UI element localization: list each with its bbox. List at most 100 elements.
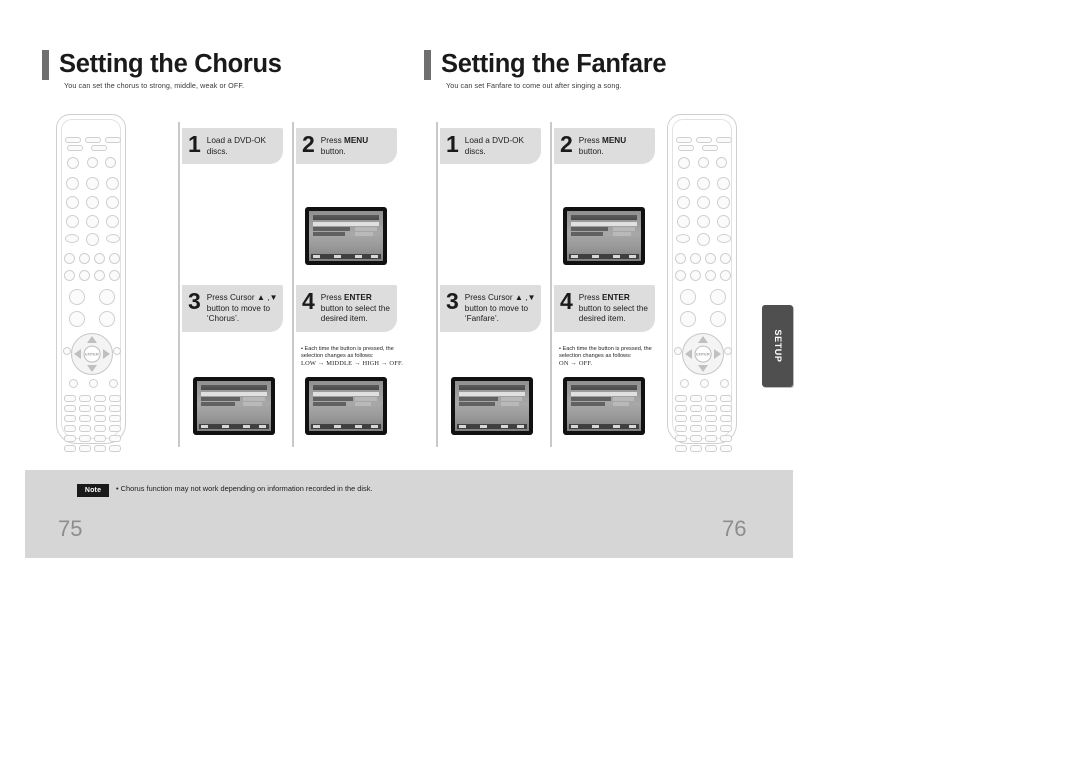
remote-number-7-button: [677, 215, 690, 228]
tv-bezel: [563, 207, 645, 265]
remote-keypad-button: [675, 405, 687, 412]
step-number: 2: [302, 131, 315, 157]
note-text: • Chorus function may not work depending…: [116, 484, 373, 493]
osd-footer-bar: [457, 423, 527, 429]
step-text-emphasis: ENTER: [602, 293, 630, 302]
cursor-down-icon: [698, 364, 708, 372]
remote-power-button: [67, 157, 79, 169]
step-number: 4: [302, 288, 315, 314]
remote-menu-button: [63, 347, 71, 355]
tv-bezel: [563, 377, 645, 435]
remote-keypad-button: [720, 405, 732, 412]
column-rule: [436, 122, 438, 447]
remote-enter-small-button: [106, 234, 120, 243]
step-text-after: button.: [320, 146, 346, 156]
remote-number-8-button: [697, 215, 710, 228]
tv-bezel: [193, 377, 275, 435]
remote-keypad-button: [64, 415, 76, 422]
remote-keypad-button: [64, 395, 76, 402]
remote-tuning-down-button: [99, 311, 115, 327]
osd-row-selected: [571, 392, 637, 396]
heading-accent-bar: [42, 50, 49, 80]
step-text: Load a DVD-OK discs.: [207, 134, 278, 157]
manual-page: Setting the Chorus You can set the choru…: [0, 0, 1080, 763]
remote-tuning-up-button: [710, 289, 726, 305]
remote-keypad-button: [94, 395, 106, 402]
remote-keypad-button: [64, 445, 76, 452]
remote-keypad-button: [79, 405, 91, 412]
remote-number-1-button: [677, 177, 690, 190]
cursor-right-icon: [102, 349, 110, 359]
remote-keypad-button: [705, 415, 717, 422]
remote-keypad-button: [720, 425, 732, 432]
remote-transport-button: [720, 253, 731, 264]
remote-keypad-button: [690, 405, 702, 412]
remote-keypad-button: [675, 445, 687, 452]
tv-screen: [309, 211, 383, 261]
remote-keypad-button: [94, 445, 106, 452]
osd-row: [201, 401, 236, 406]
footer-band: Note • Chorus function may not work depe…: [25, 470, 793, 558]
osd-value: [612, 231, 631, 236]
tv-screenshot-fanfare-step4: [560, 374, 648, 438]
remote-source-dvd: [85, 137, 101, 143]
step-text-emphasis: MENU: [602, 136, 627, 145]
remote-keypad-button: [79, 415, 91, 422]
step-number: 3: [446, 288, 459, 314]
remote-number-9-button: [717, 215, 730, 228]
remote-keypad-button: [720, 445, 732, 452]
page-title-chorus: Setting the Chorus: [59, 50, 282, 78]
remote-number-2-button: [697, 177, 710, 190]
remote-function-button: [680, 379, 689, 388]
cursor-down-icon: [87, 364, 97, 372]
tv-screenshot-chorus-step2: [302, 204, 390, 268]
step-text-before: Load a DVD-OK discs.: [464, 136, 524, 156]
remote-transport2-button: [720, 270, 731, 281]
remote-volume-up-button: [680, 289, 696, 305]
step-text-before: Load a DVD-OK discs.: [206, 136, 266, 156]
remote-keypad-button: [109, 445, 121, 452]
column-rule: [292, 122, 294, 447]
note-badge: Note: [77, 484, 109, 497]
remote-menu-button: [674, 347, 682, 355]
step-number: 3: [188, 288, 201, 314]
remote-keypad-button: [94, 425, 106, 432]
remote-transport2-button: [64, 270, 75, 281]
step-text-emphasis: ENTER: [344, 293, 372, 302]
osd-title-bar: [570, 214, 638, 220]
osd-value: [354, 231, 373, 236]
step-note-sequence: LOW → MIDDLE → HIGH → OFF.: [301, 360, 404, 368]
enter-button-icon: ENTER: [694, 345, 712, 363]
remote-transport2-button: [109, 270, 120, 281]
remote-function-button: [109, 379, 118, 388]
step-card-4: 4 Press ENTER button to select the desir…: [554, 285, 655, 332]
page-title-fanfare: Setting the Fanfare: [441, 50, 667, 78]
osd-row: [571, 231, 603, 236]
column-rule: [550, 122, 552, 447]
remote-keypad-button: [109, 435, 121, 442]
step-text-emphasis: MENU: [344, 136, 369, 145]
enter-button-icon: ENTER: [83, 345, 101, 363]
step-text: Press MENU button.: [579, 134, 650, 157]
remote-keypad-button: [64, 435, 76, 442]
remote-transport2-button: [94, 270, 105, 281]
tv-screenshot-fanfare-step3: [448, 374, 536, 438]
osd-row: [313, 397, 354, 401]
osd-footer-bar: [311, 423, 381, 429]
remote-keypad-button: [79, 435, 91, 442]
side-tab-setup[interactable]: SETUP: [762, 305, 793, 387]
step-number: 1: [188, 131, 201, 157]
osd-row: [571, 227, 609, 231]
remote-volume-down-button: [680, 311, 696, 327]
osd-value: [612, 401, 630, 406]
remote-number-2-button: [86, 177, 99, 190]
remote-number-9-button: [106, 215, 119, 228]
remote-number-0-button: [697, 233, 710, 246]
remote-source-cable: [91, 145, 107, 151]
remote-number-4-button: [677, 196, 690, 209]
remote-power-button: [678, 157, 690, 169]
remote-transport-button: [109, 253, 120, 264]
remote-transport2-button: [705, 270, 716, 281]
osd-title-bar: [200, 384, 268, 390]
tv-bezel: [305, 377, 387, 435]
